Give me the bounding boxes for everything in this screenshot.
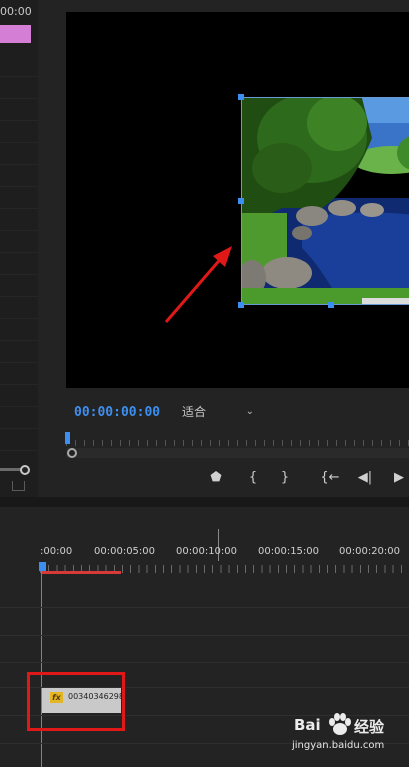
monitor-time-ruler[interactable] — [66, 430, 409, 446]
project-panel: 00:00 — [0, 0, 38, 497]
playhead-timecode[interactable]: 00:00:00:00 — [74, 405, 160, 420]
watermark-url: jingyan.baidu.com — [292, 740, 385, 751]
zoom-fit-dropdown[interactable]: 适合 ⌄ — [176, 402, 260, 422]
track-divider — [0, 635, 409, 636]
mark-out-icon[interactable]: } — [273, 466, 297, 490]
track-divider — [0, 607, 409, 608]
export-icon[interactable] — [12, 481, 25, 491]
ruler-label: 00:00:15:00 — [258, 546, 320, 557]
panel-divider[interactable] — [38, 0, 50, 497]
video-viewer[interactable] — [66, 12, 409, 388]
baidu-watermark: Bai 经验 jingyan.baidu.com — [292, 710, 404, 758]
mark-in-icon[interactable]: { — [241, 466, 265, 490]
monitor-zoom-bar[interactable] — [66, 448, 409, 458]
program-monitor: 00:00:00:00 适合 ⌄ ⬟ { } {← ◀| ▶ — [50, 0, 409, 497]
panel-list — [0, 55, 38, 455]
ruler-label: 00:00:10:00 — [176, 546, 238, 557]
play-icon[interactable]: ▶ — [387, 466, 409, 490]
monitor-controls-bar: 00:00:00:00 适合 ⌄ — [50, 398, 409, 426]
transport-controls: ⬟ { } {← ◀| ▶ — [50, 466, 409, 490]
monitor-playhead[interactable] — [65, 432, 70, 444]
ruler-label: 00:00:20:00 — [339, 546, 401, 557]
watermark-brand-right: 经验 — [354, 718, 385, 736]
ruler-label: 00:00:05:00 — [94, 546, 156, 557]
panel-divider-horizontal[interactable] — [0, 497, 409, 507]
chevron-down-icon: ⌄ — [245, 406, 254, 417]
red-highlight-box — [27, 672, 125, 731]
go-to-in-icon[interactable]: {← — [318, 466, 342, 490]
panel-timecode: 00:00 — [0, 5, 32, 18]
label-color-swatch[interactable] — [0, 25, 31, 43]
paw-logo-icon — [329, 713, 351, 735]
zoom-fit-value: 适合 — [182, 405, 207, 419]
watermark-brand-left: Bai — [294, 716, 321, 734]
render-status-bar — [42, 571, 121, 574]
add-marker-icon[interactable]: ⬟ — [204, 466, 228, 490]
ruler-label: :00:00 — [40, 546, 73, 557]
monitor-zoom-knob[interactable] — [67, 448, 77, 458]
red-arrow-annotation — [164, 246, 232, 323]
timeline-playhead-line[interactable] — [41, 569, 42, 767]
track-divider — [0, 662, 409, 663]
step-back-icon[interactable]: ◀| — [353, 466, 377, 490]
zoom-slider-knob[interactable] — [20, 465, 30, 475]
